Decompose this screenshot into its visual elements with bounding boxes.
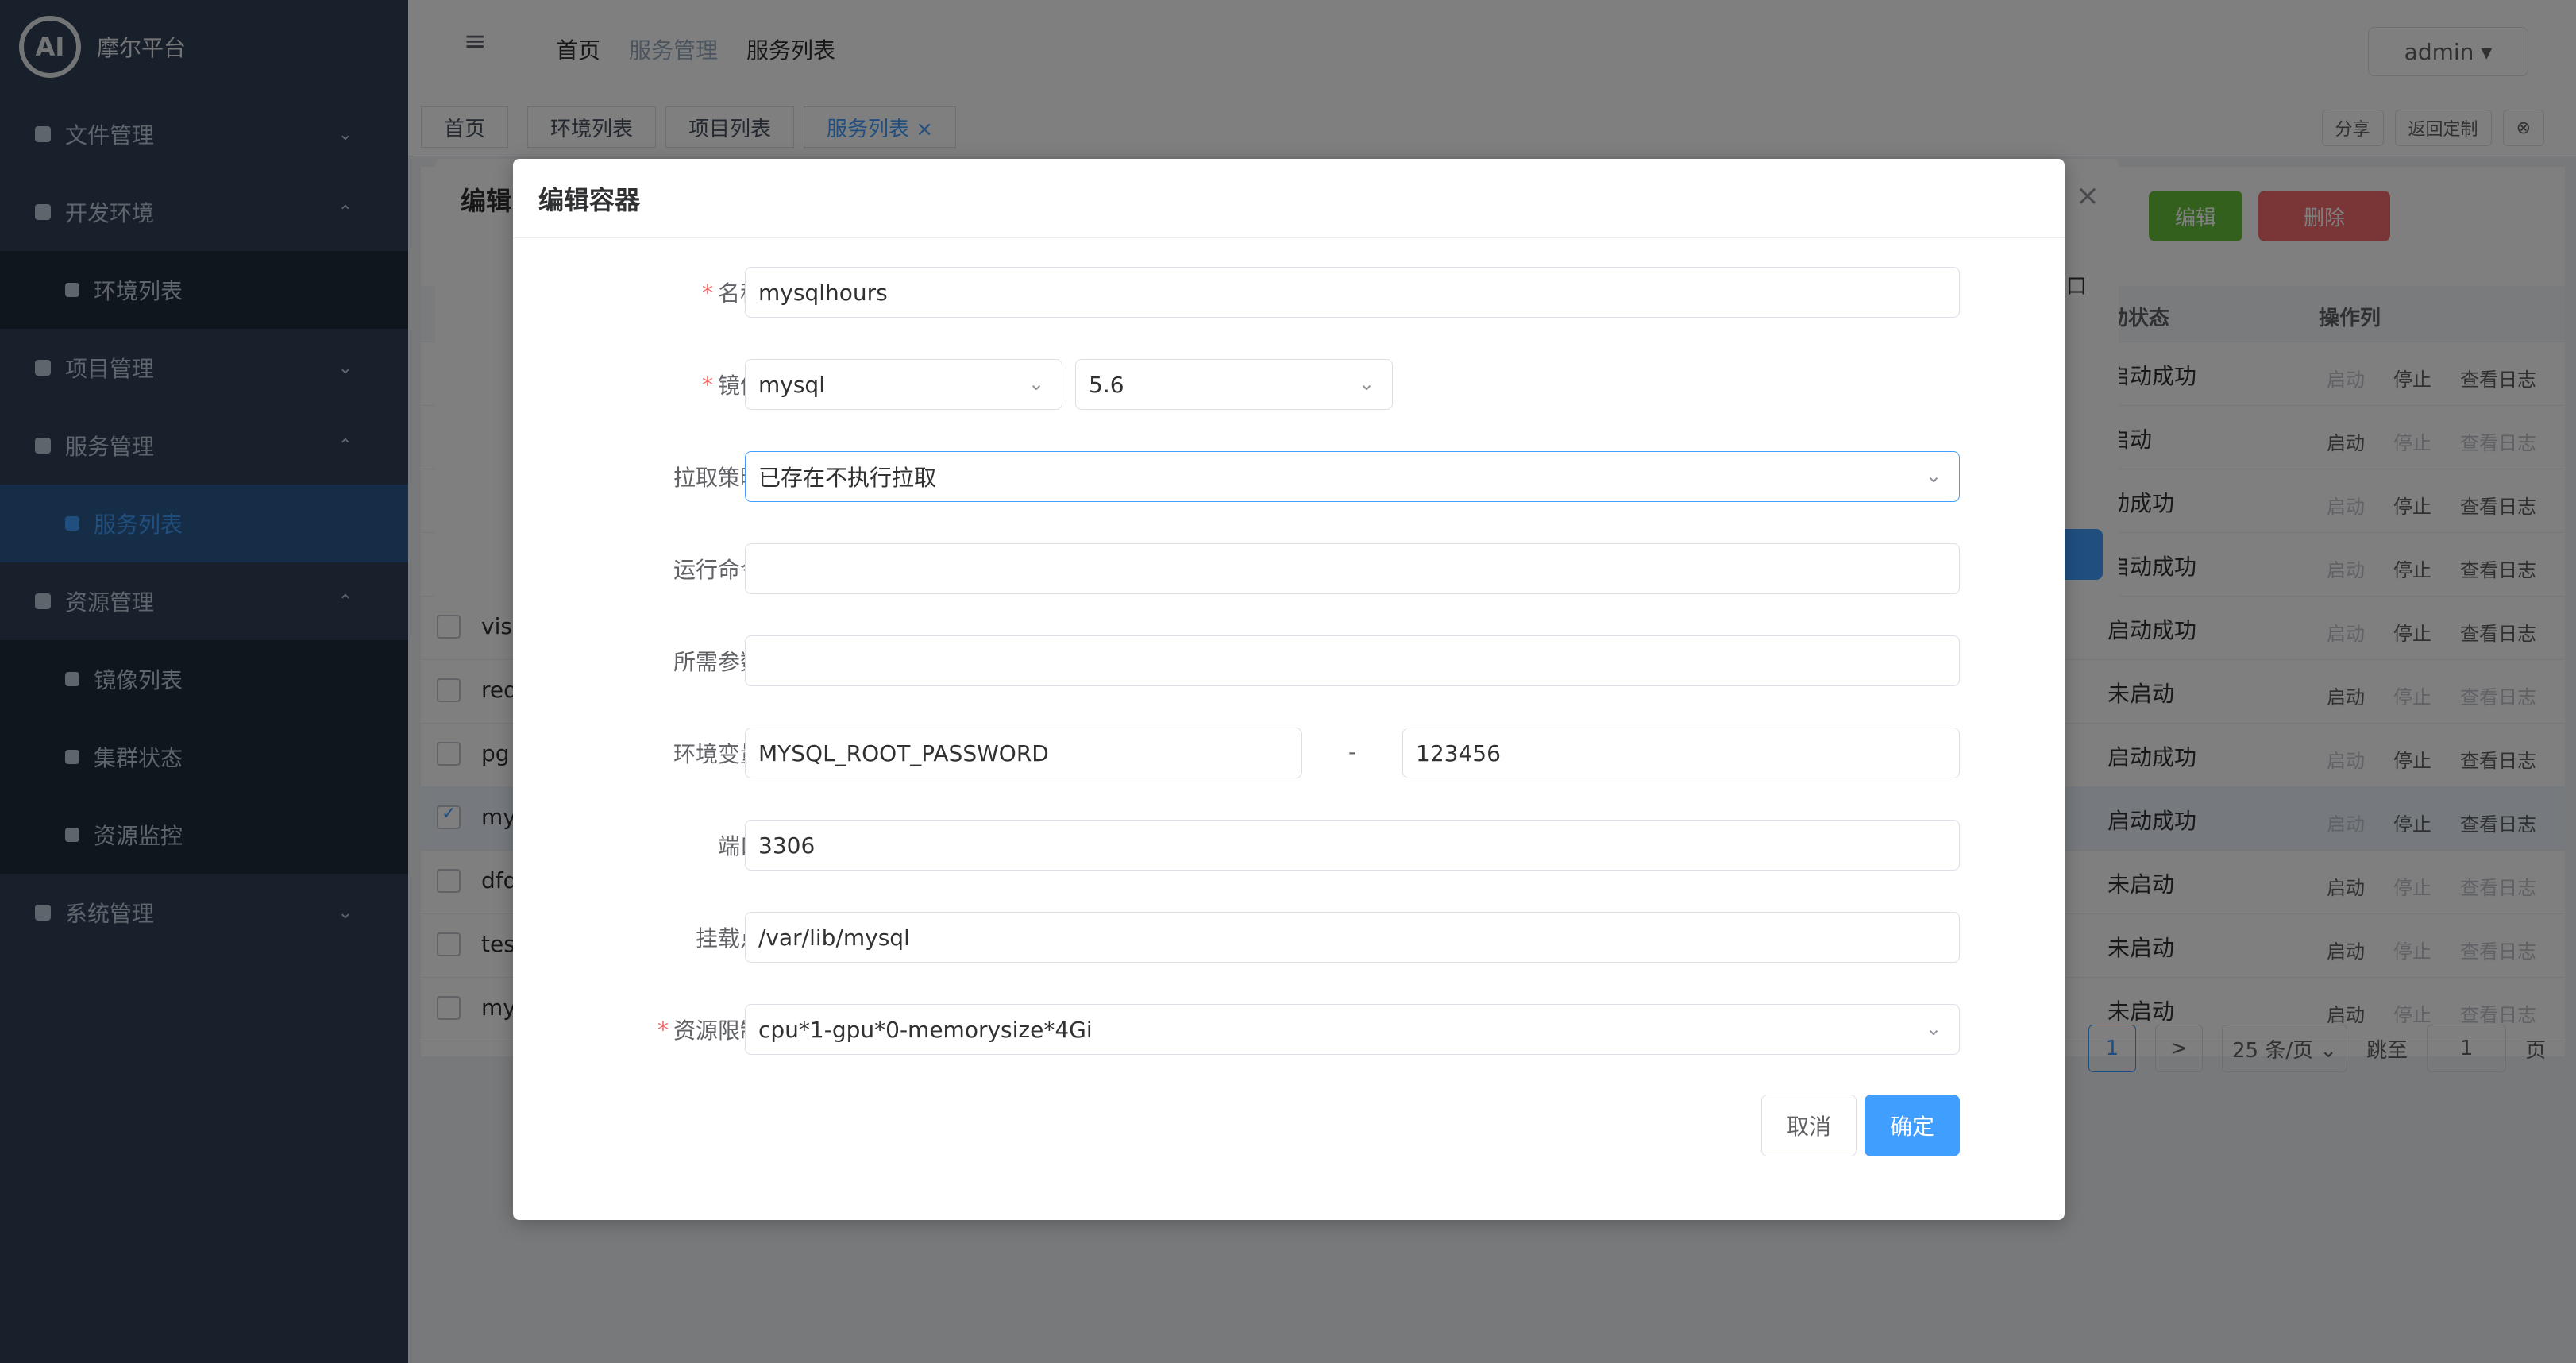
chevron-down-icon: ⌄ [1028,373,1045,395]
form-row-mount: 挂载点 /var/lib/mysql [513,912,2065,963]
cancel-button[interactable]: 取消 [1761,1095,1857,1156]
pull-policy-value: 已存在不执行拉取 [758,465,937,491]
image-name-value: mysql [758,371,825,398]
chevron-down-icon: ⌄ [1359,373,1375,395]
form-row-port: 端口 3306 [513,820,2065,871]
env-separator: - [1348,739,1357,765]
image-name-select[interactable]: mysql ⌄ [745,359,1062,410]
confirm-button[interactable]: 确定 [1865,1095,1960,1156]
resource-limit-value: cpu*1-gpu*0-memorysize*4Gi [758,1016,1093,1043]
edit-container-dialog: 编辑容器 * 名称 mysqlhours * 镜像 mysql ⌄ 5.6 ⌄ 拉取… [513,159,2065,1220]
mount-input[interactable]: /var/lib/mysql [745,912,1960,963]
form-row-image: * 镜像 mysql ⌄ 5.6 ⌄ [513,359,2065,410]
args-input[interactable] [745,635,1960,686]
form-row-args: 所需参数 [513,635,2065,686]
name-input[interactable]: mysqlhours [745,267,1960,318]
required-mark: * [701,371,713,398]
image-tag-value: 5.6 [1089,371,1124,398]
dialog-title: 编辑容器 [538,184,641,215]
env-key-input[interactable]: MYSQL_ROOT_PASSWORD [745,728,1302,778]
chevron-down-icon: ⌄ [1926,1017,1942,1040]
port-input[interactable]: 3306 [745,820,1960,871]
required-mark: * [701,279,713,306]
form-row-pull-policy: 拉取策略 已存在不执行拉取 ⌄ [513,451,2065,502]
form-row-name: * 名称 mysqlhours [513,267,2065,318]
dialog-header: 编辑容器 [513,159,2065,238]
required-mark: * [657,1016,669,1043]
chevron-down-icon: ⌄ [1926,465,1942,487]
resource-limit-select[interactable]: cpu*1-gpu*0-memorysize*4Gi ⌄ [745,1004,1960,1055]
command-input[interactable] [745,543,1960,594]
env-value-input[interactable]: 123456 [1402,728,1960,778]
pull-policy-select[interactable]: 已存在不执行拉取 ⌄ [745,451,1960,502]
form-row-resource: * 资源限制 cpu*1-gpu*0-memorysize*4Gi ⌄ [513,1004,2065,1055]
form-row-env: 环境变量 MYSQL_ROOT_PASSWORD - 123456 [513,728,2065,778]
form-row-command: 运行命令 [513,543,2065,594]
image-tag-select[interactable]: 5.6 ⌄ [1075,359,1393,410]
